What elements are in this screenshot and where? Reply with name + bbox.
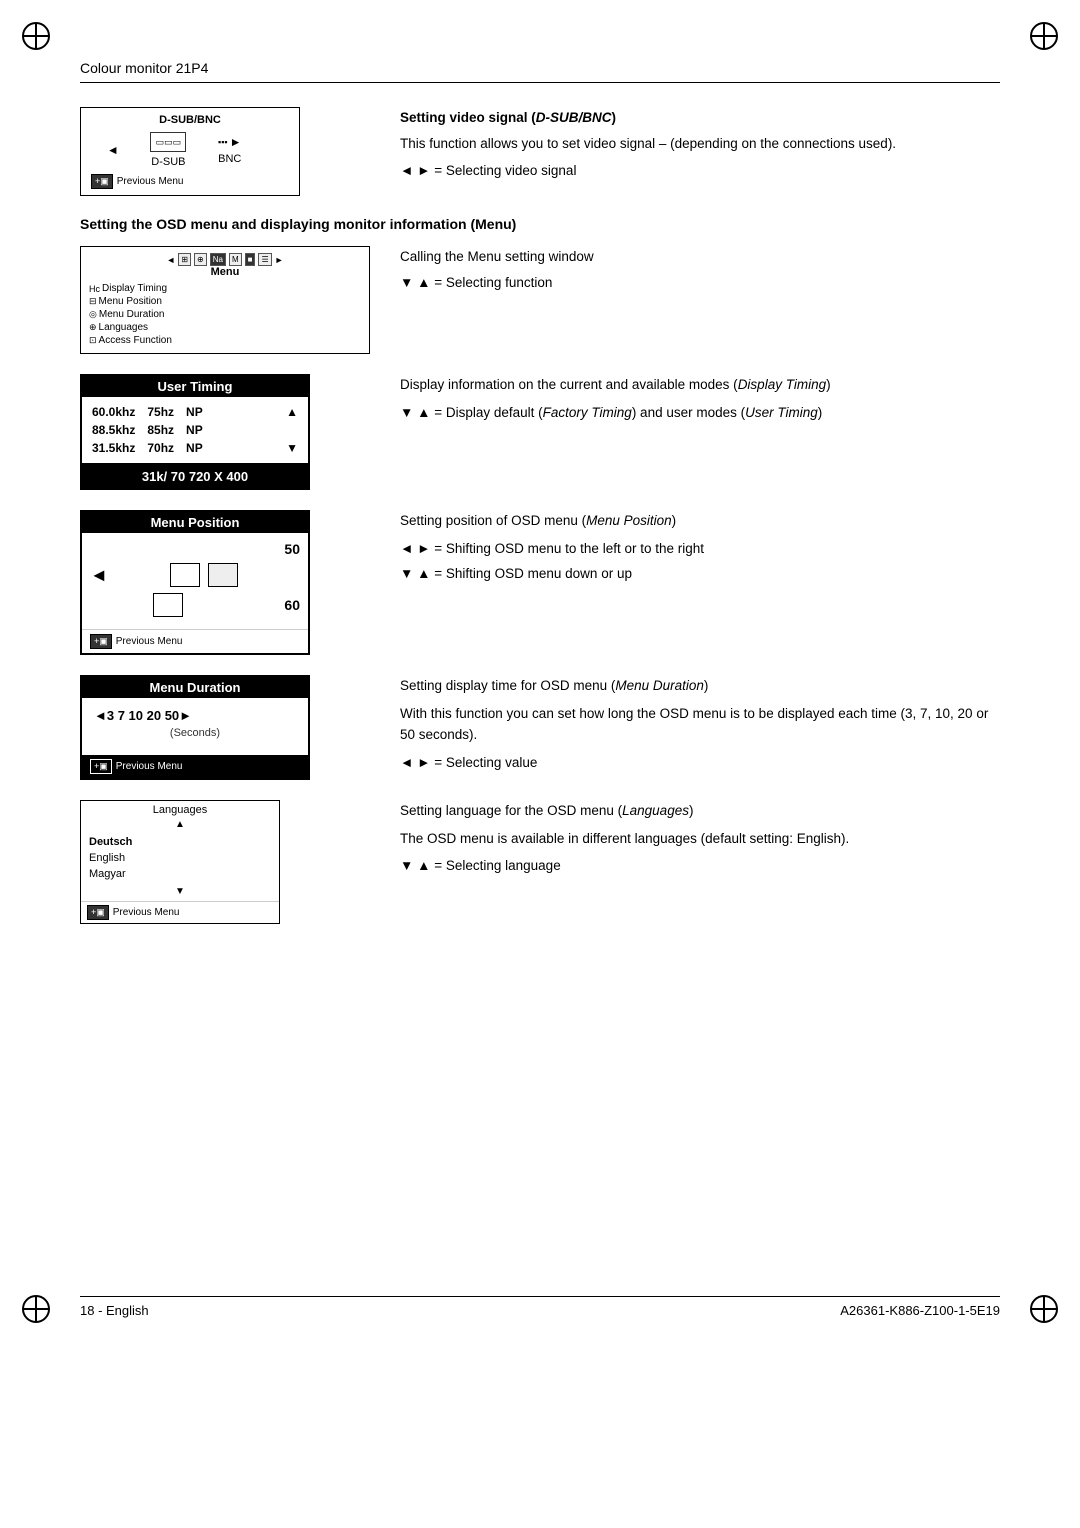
languages-text: Setting language for the OSD menu (Langu…	[400, 800, 1000, 924]
osd-calling-text: Calling the Menu setting window	[400, 246, 1000, 268]
osd-menu-title: Menu	[89, 266, 361, 278]
osd-item-5: ⊡ Access Function	[89, 334, 361, 347]
dsub-image: D-SUB/BNC ◄ ▭▭▭ D-SUB ▪▪▪► BNC +▣ Previo	[80, 107, 370, 196]
languages-previous: +▣ Previous Menu	[81, 901, 279, 923]
dsub-row: ◄ ▭▭▭ D-SUB ▪▪▪► BNC	[91, 132, 289, 168]
md-prev-label: Previous Menu	[116, 761, 183, 772]
lang-item-3: Magyar	[89, 866, 271, 882]
dsub-title: D-SUB/BNC	[91, 114, 289, 126]
dsub-right-label: BNC	[218, 153, 241, 165]
osd-menu-text: Calling the Menu setting window ▼ ▲ = Se…	[400, 246, 1000, 354]
md-body: With this function you can set how long …	[400, 703, 1000, 746]
menu-position-text: Setting position of OSD menu (Menu Posit…	[400, 510, 1000, 655]
md-arrow-note: ◄ ► = Selecting value	[400, 752, 1000, 774]
lang-arrow-note: ▼ ▲ = Selecting language	[400, 855, 1000, 877]
menu-position-section: Menu Position 50 ◄	[80, 510, 1000, 655]
osd-menu-image: ◄ ⊞ ⊕ Na M ■ ☰ ► Menu Hc Display Timing …	[80, 246, 370, 354]
md-desc: Setting display time for OSD menu (Menu …	[400, 675, 1000, 697]
user-timing-body: 60.0khz 75hz NP ▲ 88.5khz 85hz NP 31.5kh…	[82, 397, 308, 463]
osd-item-2: ⊟ Menu Position	[89, 295, 361, 308]
dsub-italic: D-SUB/BNC	[536, 110, 612, 125]
user-timing-arrow-note: ▼ ▲ = Display default (Factory Timing) a…	[400, 402, 1000, 424]
dsub-body: This function allows you to set video si…	[400, 133, 1000, 155]
lang-item-2: English	[89, 850, 271, 866]
user-timing-footer: 31k/ 70 720 X 400	[82, 463, 308, 488]
osd-menu-icon-bar: ◄ ⊞ ⊕ Na M ■ ☰ ►	[89, 253, 361, 266]
languages-section: Languages ▲ Deutsch English Magyar ▼ +▣ …	[80, 800, 1000, 924]
menu-duration-previous: +▣ Previous Menu	[82, 755, 308, 778]
user-timing-image: User Timing 60.0khz 75hz NP ▲ 88.5khz 85…	[80, 374, 370, 490]
user-timing-section: User Timing 60.0khz 75hz NP ▲ 88.5khz 85…	[80, 374, 1000, 490]
mp-arrow-left: ◄	[90, 565, 108, 586]
menu-duration-header: Menu Duration	[82, 677, 308, 698]
dsub-box: D-SUB/BNC ◄ ▭▭▭ D-SUB ▪▪▪► BNC +▣ Previo	[80, 107, 300, 196]
timing-row-1: 60.0khz 75hz NP ▲	[92, 403, 298, 421]
languages-title: Languages	[81, 801, 279, 819]
user-timing-box: User Timing 60.0khz 75hz NP ▲ 88.5khz 85…	[80, 374, 310, 490]
page: Colour monitor 21P4 D-SUB/BNC ◄ ▭▭▭ D-SU…	[0, 0, 1080, 1528]
menu-position-previous: +▣ Previous Menu	[82, 629, 308, 653]
osd-menu-section: ◄ ⊞ ⊕ Na M ■ ☰ ► Menu Hc Display Timing …	[80, 246, 1000, 354]
languages-box: Languages ▲ Deutsch English Magyar ▼ +▣ …	[80, 800, 280, 924]
menu-duration-body: ◄3 7 10 20 50► (Seconds)	[82, 698, 308, 755]
mp-box-bottom	[153, 593, 183, 617]
osd-item-3: ◎ Menu Duration	[89, 308, 361, 321]
dsub-left-label: D-SUB	[151, 156, 185, 168]
page-footer: 18 - English A26361-K886-Z100-1-5E19	[80, 1296, 1000, 1318]
osd-item-4: ⊕ Languages	[89, 321, 361, 334]
doc-number: A26361-K886-Z100-1-5E19	[840, 1303, 1000, 1318]
page-title: Colour monitor 21P4	[80, 60, 208, 76]
languages-image: Languages ▲ Deutsch English Magyar ▼ +▣ …	[80, 800, 370, 924]
dsub-text: Setting video signal (D-SUB/BNC) This fu…	[400, 107, 1000, 196]
mp-arrow-note1: ◄ ► = Shifting OSD menu to the left or t…	[400, 538, 1000, 560]
reg-mark-br	[1030, 1295, 1058, 1323]
osd-item-1: Hc Display Timing	[89, 282, 361, 295]
mp-desc: Setting position of OSD menu (Menu Posit…	[400, 510, 1000, 532]
osd-heading: Setting the OSD menu and displaying moni…	[80, 216, 1000, 232]
user-timing-text: Display information on the current and a…	[400, 374, 1000, 490]
dsub-section: D-SUB/BNC ◄ ▭▭▭ D-SUB ▪▪▪► BNC +▣ Previo	[80, 107, 1000, 196]
dsub-previous-menu: +▣ Previous Menu	[91, 174, 289, 189]
mp-number-top: 50	[284, 541, 300, 557]
menu-duration-text: Setting display time for OSD menu (Menu …	[400, 675, 1000, 780]
mp-number-right: 60	[284, 597, 300, 613]
timing-row-2: 88.5khz 85hz NP	[92, 421, 298, 439]
mp-prev-label: Previous Menu	[116, 636, 183, 647]
menu-position-body: 50 ◄ 60	[82, 533, 308, 625]
mp-box-left	[170, 563, 200, 587]
menu-duration-seconds: (Seconds)	[94, 727, 296, 739]
timing-row-3: 31.5khz 70hz NP ▼	[92, 439, 298, 457]
menu-duration-box: Menu Duration ◄3 7 10 20 50► (Seconds) +…	[80, 675, 310, 780]
dsub-arrow-note: ◄ ► = Selecting video signal	[400, 160, 1000, 182]
lang-body: The OSD menu is available in different l…	[400, 828, 1000, 850]
user-timing-header: User Timing	[82, 376, 308, 397]
menu-duration-image: Menu Duration ◄3 7 10 20 50► (Seconds) +…	[80, 675, 370, 780]
dsub-desc-label: Setting video signal (D-SUB/BNC)	[400, 110, 616, 125]
page-label: 18 - English	[80, 1303, 149, 1318]
menu-position-header: Menu Position	[82, 512, 308, 533]
mp-box-center	[208, 563, 238, 587]
osd-arrow-note: ▼ ▲ = Selecting function	[400, 272, 1000, 294]
osd-menu-box: ◄ ⊞ ⊕ Na M ■ ☰ ► Menu Hc Display Timing …	[80, 246, 370, 354]
lang-desc: Setting language for the OSD menu (Langu…	[400, 800, 1000, 822]
menu-duration-section: Menu Duration ◄3 7 10 20 50► (Seconds) +…	[80, 675, 1000, 780]
languages-list: Deutsch English Magyar	[81, 830, 279, 886]
dsub-arrow-left: ◄	[107, 143, 119, 157]
reg-mark-bl	[22, 1295, 50, 1323]
page-header: Colour monitor 21P4	[80, 60, 1000, 83]
user-timing-desc: Display information on the current and a…	[400, 374, 1000, 396]
menu-position-box: Menu Position 50 ◄	[80, 510, 310, 655]
reg-mark-tr	[1030, 22, 1058, 50]
lang-prev-label: Previous Menu	[113, 907, 180, 918]
reg-mark-tl	[22, 22, 50, 50]
menu-position-image: Menu Position 50 ◄	[80, 510, 370, 655]
dsub-prev-label: Previous Menu	[117, 176, 184, 187]
menu-duration-values: ◄3 7 10 20 50►	[94, 708, 296, 723]
lang-item-1: Deutsch	[89, 834, 271, 850]
mp-arrow-note2: ▼ ▲ = Shifting OSD menu down or up	[400, 563, 1000, 585]
